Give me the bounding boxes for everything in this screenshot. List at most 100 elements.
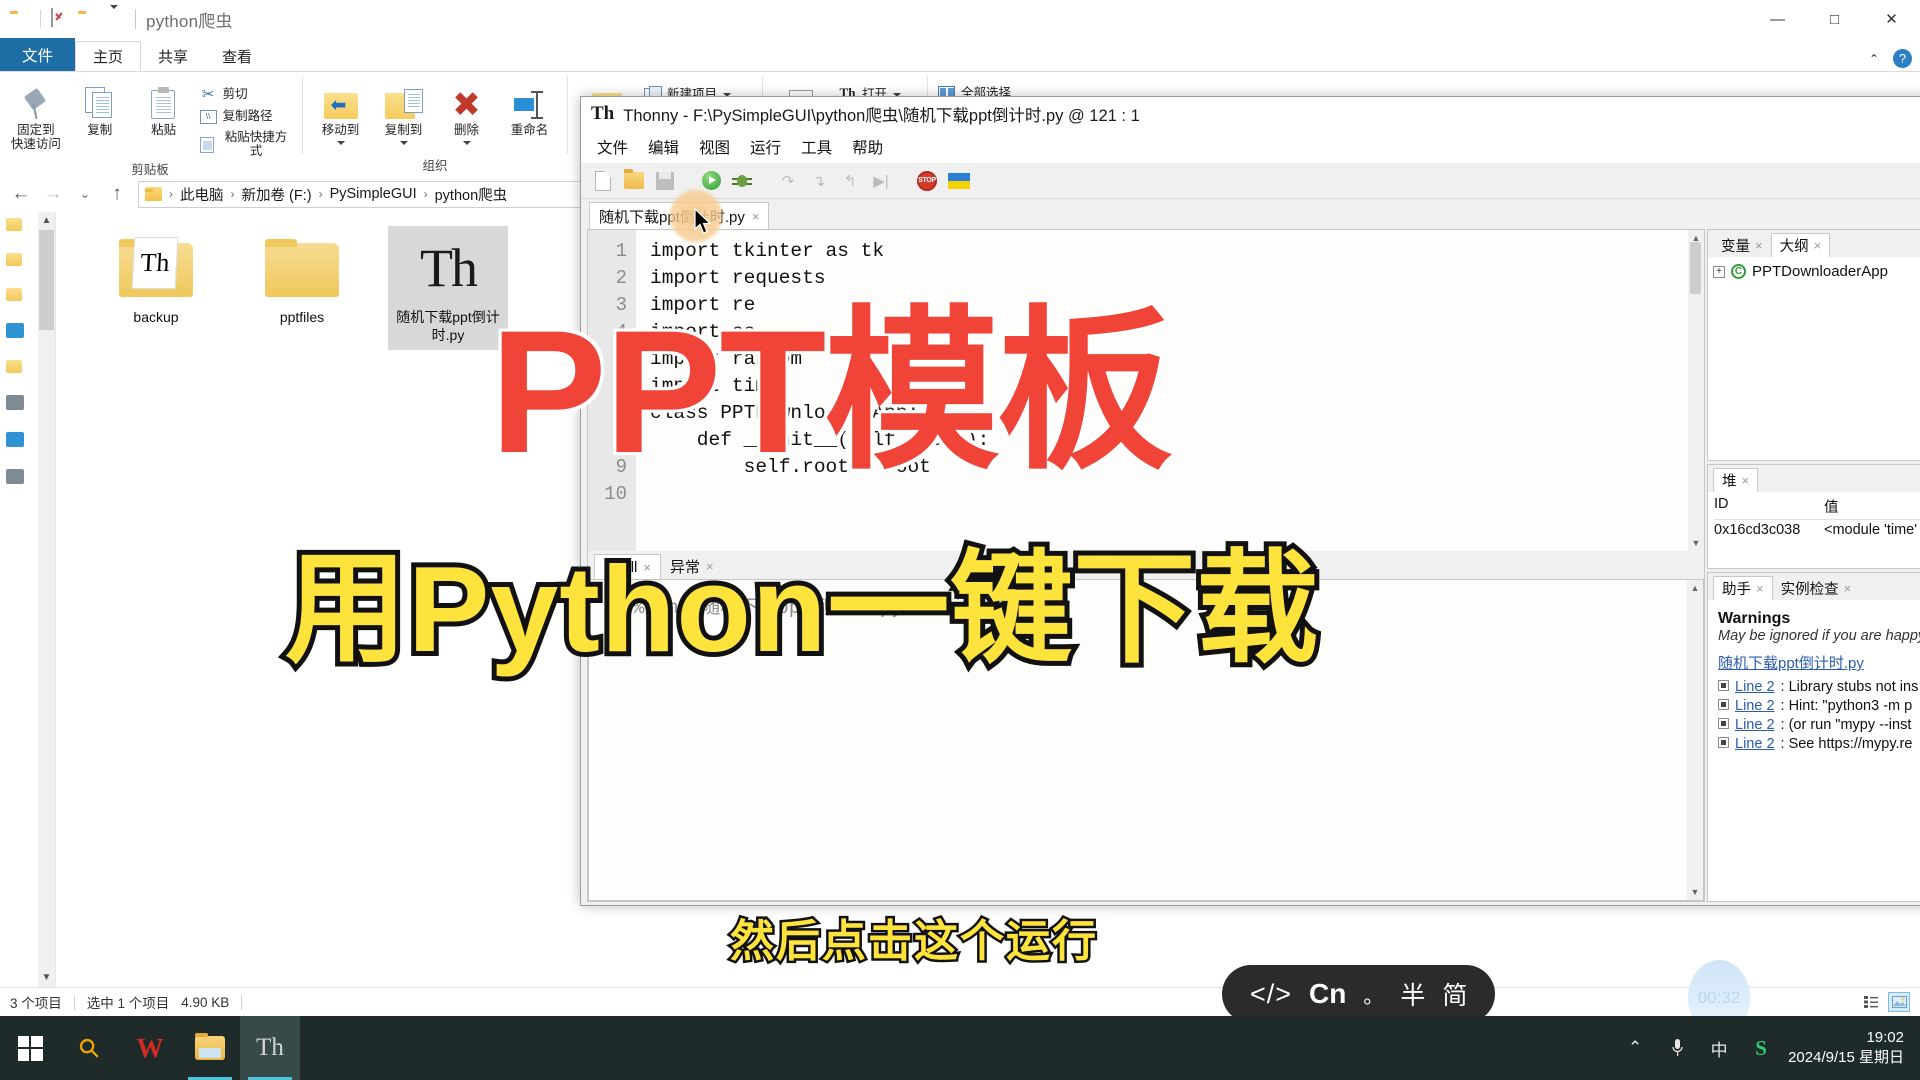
menu-item-run[interactable]: 运行 [740,133,791,161]
tab-outline[interactable]: 大纲 × [1770,233,1831,257]
close-icon[interactable]: × [1756,581,1764,596]
ime-width[interactable]: 半 [1400,976,1425,1012]
paste-shortcut-button[interactable]: 粘贴快捷方式 [196,128,296,162]
up-button[interactable]: ↑ [102,179,132,209]
drive-icon[interactable] [6,323,24,338]
warnings-file-link[interactable]: 随机下载ppt倒计时.py [1718,652,1920,673]
warning-line-link[interactable]: Line 2 [1735,736,1775,752]
ribbon-tab-home[interactable]: 主页 [75,41,142,71]
ime-language[interactable]: Cn [1309,978,1346,1010]
quick-access-toolbar[interactable] [0,5,125,29]
expand-icon[interactable] [1718,680,1729,691]
folder-icon[interactable] [6,360,22,373]
ime-mode[interactable]: 简 [1442,976,1467,1012]
scroll-down-icon[interactable]: ▼ [1687,884,1703,900]
menu-item-view[interactable]: 视图 [689,133,740,161]
scroll-up-icon[interactable]: ▲ [1687,580,1703,596]
breadcrumb-item-0[interactable]: 此电脑 [180,184,224,205]
close-icon[interactable]: × [1814,238,1822,253]
cut-button[interactable]: ✂ 剪切 [196,83,296,106]
copy-path-button[interactable]: \\ 复制路径 [196,107,296,127]
tab-assistant[interactable]: 助手 × [1713,576,1773,600]
ukraine-flag-icon[interactable] [947,170,971,192]
folder-icon[interactable] [6,218,22,231]
folder-icon[interactable] [6,288,22,301]
copy-to-button[interactable]: 复制到 [372,79,435,149]
assistant-content[interactable]: Warnings May be ignored if you are happy… [1708,600,1920,901]
nav-scrollbar[interactable]: ▲ ▼ [38,212,55,987]
expand-icon[interactable] [1718,737,1729,748]
recent-locations-button[interactable]: ⌄ [70,179,100,209]
warning-item[interactable]: Line 2 : (or run "mypy --inst [1718,717,1920,733]
outline-tree[interactable]: + C PPTDownloaderApp [1708,257,1920,460]
forward-button[interactable]: → [38,179,68,209]
breadcrumb-item-1[interactable]: 新加卷 (F:) [242,184,312,205]
menu-item-edit[interactable]: 编辑 [638,133,689,161]
warning-item[interactable]: Line 2 : See https://mypy.re [1718,736,1920,752]
breadcrumb-item-2[interactable]: PySimpleGUI [330,186,417,202]
scrollbar-thumb[interactable] [1690,242,1701,294]
run-icon[interactable] [700,170,722,192]
expand-icon[interactable]: + [1713,265,1725,278]
maximize-button[interactable]: □ [1806,0,1863,38]
folder-icon[interactable] [10,9,30,29]
save-file-icon[interactable] [654,170,676,192]
list-item[interactable]: Th backup [96,226,216,350]
back-button[interactable]: ← [6,179,36,209]
paste-button[interactable]: 粘贴 [132,79,196,142]
step-over-icon[interactable]: ↷ [777,170,799,192]
open-file-icon[interactable] [623,169,645,192]
warning-item[interactable]: Line 2 : Library stubs not ins [1718,679,1920,695]
file-explorer-button[interactable] [180,1016,240,1080]
scrollbar-thumb[interactable] [39,230,54,330]
tab-instance-inspector[interactable]: 实例检查 × [1773,576,1860,600]
chevron-down-icon[interactable] [105,5,125,29]
editor-scrollbar[interactable]: ▲ ▼ [1688,230,1704,551]
close-icon[interactable]: × [1844,581,1852,596]
help-icon[interactable]: ? [1893,49,1912,68]
checkbox-icon[interactable] [51,8,71,29]
network-icon[interactable] [6,469,24,484]
step-into-icon[interactable]: ↴ [808,170,830,192]
warning-item[interactable]: Line 2 : Hint: "python3 -m p [1718,698,1920,714]
new-file-icon[interactable] [592,170,614,192]
warning-line-link[interactable]: Line 2 [1735,698,1775,714]
details-view-icon[interactable] [1860,992,1882,1012]
navigation-pane[interactable]: ▲ ▼ [0,212,56,987]
scroll-down-icon[interactable]: ▼ [1688,535,1704,551]
close-icon[interactable]: × [752,209,760,224]
tab-variables[interactable]: 变量 × [1713,233,1771,257]
ribbon-tab-file[interactable]: 文件 [0,38,76,71]
chevron-down-icon[interactable] [399,140,408,145]
scroll-down-icon[interactable]: ▼ [38,969,55,987]
shell-scrollbar[interactable]: ▲ ▼ [1687,580,1703,900]
close-icon[interactable]: × [1755,238,1763,253]
step-out-icon[interactable]: ↰ [839,170,861,192]
move-to-button[interactable]: ⬅ 移动到 [309,79,372,149]
list-item[interactable]: pptfiles [242,226,362,350]
wps-button[interactable]: W [120,1016,180,1080]
chevron-up-icon[interactable]: ⌃ [1869,52,1879,66]
folder-icon[interactable] [78,9,98,29]
menu-item-help[interactable]: 帮助 [842,133,893,161]
debug-icon[interactable] [731,170,753,192]
rename-button[interactable]: 重命名 [498,79,561,142]
menu-item-file[interactable]: 文件 [587,133,638,161]
expand-icon[interactable] [1718,699,1729,710]
large-icons-view-icon[interactable] [1888,992,1910,1012]
copy-button[interactable]: 复制 [68,79,132,142]
tree-item[interactable]: + C PPTDownloaderApp [1713,263,1920,280]
start-button[interactable] [0,1016,60,1080]
expand-icon[interactable] [1718,718,1729,729]
menu-item-tools[interactable]: 工具 [791,133,842,161]
close-icon[interactable]: × [1742,473,1750,488]
breadcrumb-item-3[interactable]: python爬虫 [435,184,508,205]
warning-line-link[interactable]: Line 2 [1735,717,1775,733]
stop-icon[interactable]: STOP [916,170,938,192]
clock[interactable]: 19:02 2024/9/15 星期日 [1782,1028,1920,1069]
search-button[interactable]: ⚲ [60,1016,120,1080]
chevron-down-icon[interactable] [336,140,345,145]
chevron-up-icon[interactable]: ⌃ [1614,1016,1656,1080]
close-button[interactable]: ✕ [1863,0,1920,38]
warning-line-link[interactable]: Line 2 [1735,679,1775,695]
